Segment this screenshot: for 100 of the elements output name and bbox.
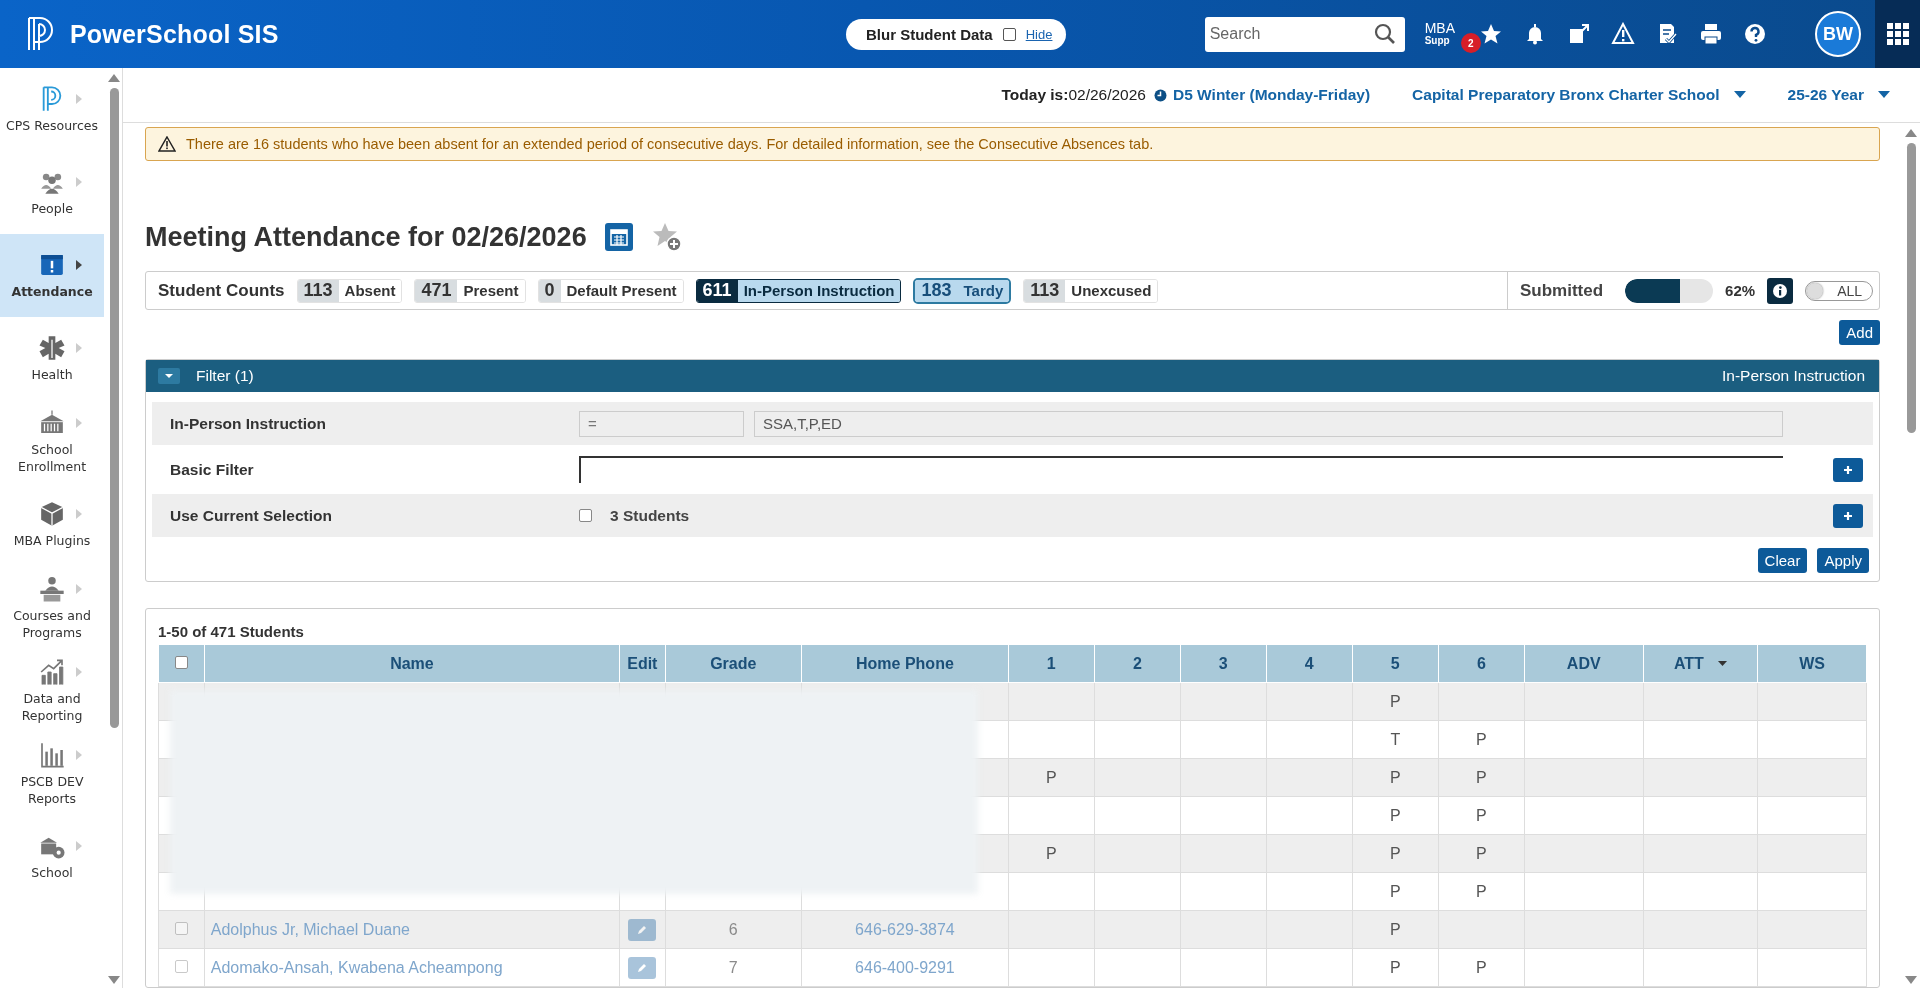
column-header[interactable]: 4: [1266, 644, 1353, 683]
caret-right-icon: [74, 343, 82, 354]
column-header[interactable]: ADV: [1524, 644, 1644, 683]
external-link-icon[interactable]: [1567, 22, 1591, 46]
attendance-code[interactable]: P: [1046, 768, 1057, 786]
clock-icon: [1154, 88, 1167, 102]
year-selector[interactable]: 25-26 Year: [1787, 86, 1890, 104]
caret-right-icon: [74, 509, 82, 520]
caret-right-icon: [74, 418, 82, 429]
warning-icon: [158, 136, 176, 152]
filter-mode-label: In-Person Instruction: [1722, 367, 1865, 385]
attendance-code[interactable]: P: [1390, 768, 1401, 786]
value-field[interactable]: SSA,T,P,ED: [754, 410, 1783, 437]
attendance-code[interactable]: P: [1390, 692, 1401, 710]
attendance-code[interactable]: P: [1046, 844, 1057, 862]
column-header[interactable]: Name: [204, 644, 620, 683]
sidebar-item[interactable]: Health: [0, 317, 105, 400]
attendance-code[interactable]: P: [1476, 844, 1487, 862]
checkbox[interactable]: [579, 509, 592, 522]
count-chip[interactable]: 471 Present: [414, 278, 526, 303]
caret-down-icon: [1733, 91, 1746, 99]
mba-support-button[interactable]: MBA Supp: [1424, 21, 1459, 47]
printer-icon[interactable]: [1699, 22, 1723, 46]
filter-button[interactable]: Apply: [1817, 548, 1869, 573]
school-selector[interactable]: Capital Preparatory Bronx Charter School: [1412, 86, 1746, 104]
attendance-code[interactable]: P: [1476, 768, 1487, 786]
column-header[interactable]: 1: [1008, 644, 1095, 683]
sidebar-item[interactable]: CPS Resources: [0, 68, 105, 151]
counts-label: Student Counts: [158, 280, 285, 301]
submitted-label: Submitted: [1520, 280, 1604, 301]
filter-button[interactable]: Clear: [1757, 548, 1808, 573]
column-header[interactable]: 5: [1352, 644, 1439, 683]
grade-text: 7: [728, 958, 738, 976]
term-selector[interactable]: D5 Winter (Monday-Friday): [1154, 86, 1371, 104]
column-header[interactable]: Home Phone: [801, 644, 1009, 683]
attendance-code[interactable]: P: [1476, 730, 1487, 748]
info-button[interactable]: [1767, 277, 1794, 304]
attendance-code[interactable]: P: [1476, 958, 1487, 976]
attendance-code[interactable]: P: [1476, 806, 1487, 824]
sidebar-item[interactable]: People: [0, 151, 105, 234]
attendance-code[interactable]: P: [1390, 844, 1401, 862]
caret-right-icon: [74, 584, 82, 595]
column-header[interactable]: ATT: [1673, 654, 1704, 673]
caret-right-icon: [74, 841, 82, 852]
attendance-code[interactable]: P: [1390, 920, 1401, 938]
star-icon[interactable]: [1479, 22, 1503, 46]
attendance-code[interactable]: T: [1390, 730, 1401, 748]
sidebar-item[interactable]: MBA Plugins: [0, 483, 105, 566]
add-button[interactable]: [1833, 503, 1863, 528]
attendance-code[interactable]: P: [1390, 806, 1401, 824]
attendance-code[interactable]: P: [1476, 882, 1487, 900]
sidebar-item[interactable]: Data and Reporting: [0, 649, 105, 732]
progress-reading: 62%: [1725, 282, 1756, 299]
add-button[interactable]: [1833, 457, 1863, 482]
sidebar-item[interactable]: School Enrollment: [0, 400, 105, 483]
app-title: PowerSchool SIS: [70, 19, 279, 49]
filter-label: Basic Filter: [169, 460, 255, 479]
help-icon[interactable]: [1743, 22, 1767, 46]
apps-grid-icon: [1886, 23, 1909, 45]
column-header[interactable]: Grade: [665, 644, 802, 683]
count-chip[interactable]: 0 Default Present: [537, 278, 684, 303]
search-field[interactable]: Search: [1204, 16, 1405, 52]
pencil-icon: [637, 962, 648, 973]
all-toggle[interactable]: ALL: [1805, 280, 1874, 301]
column-header[interactable]: 3: [1180, 644, 1267, 683]
filter-label: In-Person Instruction: [169, 414, 327, 433]
sidebar-item[interactable]: Attendance: [0, 234, 105, 317]
plus-icon: [1843, 510, 1853, 521]
attendance-code[interactable]: P: [1390, 958, 1401, 976]
count-chip[interactable]: 183 Tardy: [913, 277, 1012, 304]
add-button[interactable]: Add: [1839, 320, 1880, 345]
sidebar-item[interactable]: School: [0, 815, 105, 898]
apps-menu-button[interactable]: [1875, 0, 1920, 68]
column-header[interactable]: 6: [1438, 644, 1525, 683]
column-header[interactable]: WS: [1757, 644, 1867, 683]
info-icon: [1772, 282, 1789, 299]
column-header[interactable]: Edit: [619, 644, 666, 683]
filter-header[interactable]: Filter (1) In-Person Instruction: [146, 360, 1879, 392]
sidebar-item[interactable]: PSCB DEV Reports: [0, 732, 105, 815]
attendance-code[interactable]: P: [1390, 882, 1401, 900]
caret-right-icon: [74, 750, 82, 761]
count-chip[interactable]: 113 Unexcused: [1023, 278, 1159, 303]
pencil-icon: [637, 924, 648, 935]
caret-right-icon: [74, 667, 82, 678]
results-summary: 1-50 of 471 Students: [158, 623, 305, 640]
select-all-checkbox[interactable]: [174, 655, 188, 669]
checkbox[interactable]: [1002, 27, 1016, 41]
caret-right-icon: [74, 260, 82, 271]
plus-icon: [1843, 464, 1853, 475]
column-header[interactable]: 2: [1094, 644, 1181, 683]
operator-field[interactable]: =: [579, 410, 744, 437]
count-chip[interactable]: 611 In-Person Instruction: [695, 278, 902, 303]
sidebar-item[interactable]: Courses and Programs: [0, 566, 105, 649]
star-add-icon[interactable]: [650, 221, 683, 253]
warning-icon[interactable]: [1611, 22, 1635, 46]
count-chip[interactable]: 113 Absent: [296, 278, 403, 303]
calendar-button[interactable]: [604, 223, 633, 251]
search-icon: [1373, 22, 1396, 45]
hide-link[interactable]: Hide: [1025, 26, 1053, 42]
user-avatar[interactable]: BW: [1815, 11, 1861, 57]
